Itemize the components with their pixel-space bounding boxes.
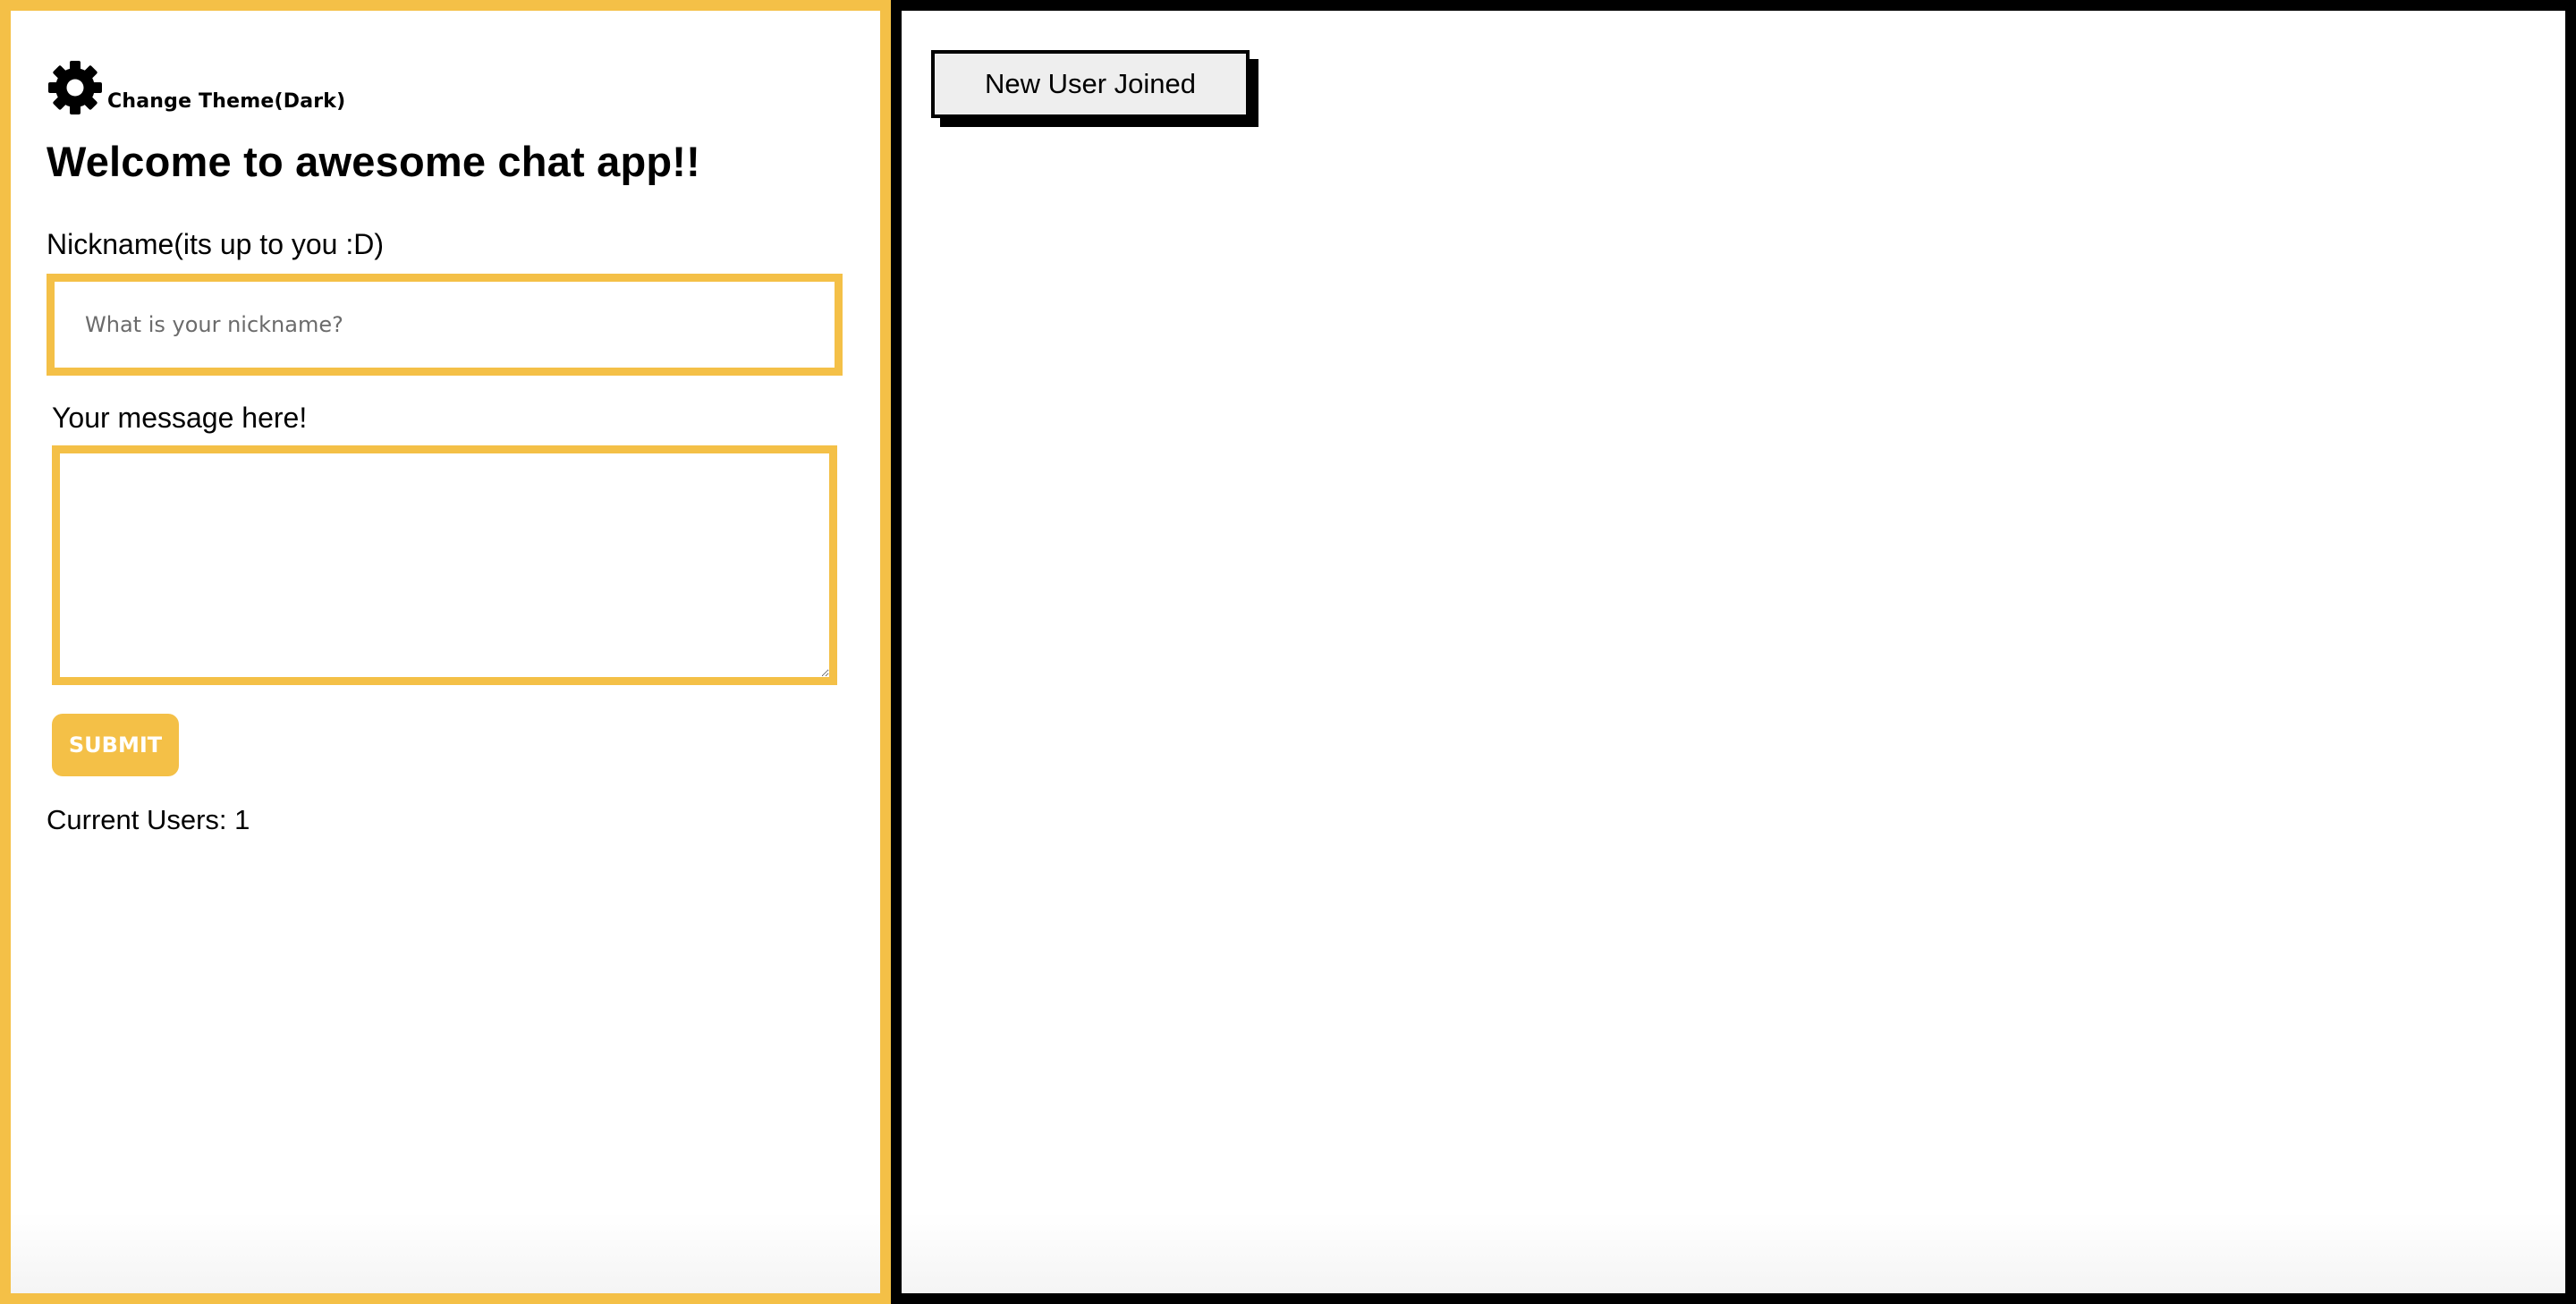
change-theme-label[interactable]: Change Theme(Dark) — [107, 90, 345, 113]
chat-panel: New User Joined — [891, 0, 2576, 1304]
message-label: Your message here! — [52, 402, 308, 434]
nickname-label: Nickname(its up to you :D) — [47, 228, 385, 260]
bottom-fade — [902, 1213, 2565, 1293]
message-textarea[interactable] — [52, 445, 837, 685]
user-joined-notice: New User Joined — [931, 50, 1250, 118]
page-title: Welcome to awesome chat app!! — [47, 138, 700, 185]
sidebar-content: Change Theme(Dark) Welcome to awesome ch… — [47, 48, 852, 837]
nickname-input[interactable] — [47, 274, 843, 376]
submit-button[interactable]: SUBMIT — [52, 714, 179, 776]
chat-app: Change Theme(Dark) Welcome to awesome ch… — [0, 0, 2576, 1304]
change-theme-toggle[interactable]: Change Theme(Dark) — [47, 48, 852, 116]
bottom-fade — [11, 1213, 880, 1293]
sidebar-panel: Change Theme(Dark) Welcome to awesome ch… — [0, 0, 891, 1304]
current-users-count: Current Users: 1 — [47, 804, 250, 835]
gear-icon[interactable] — [47, 59, 104, 116]
